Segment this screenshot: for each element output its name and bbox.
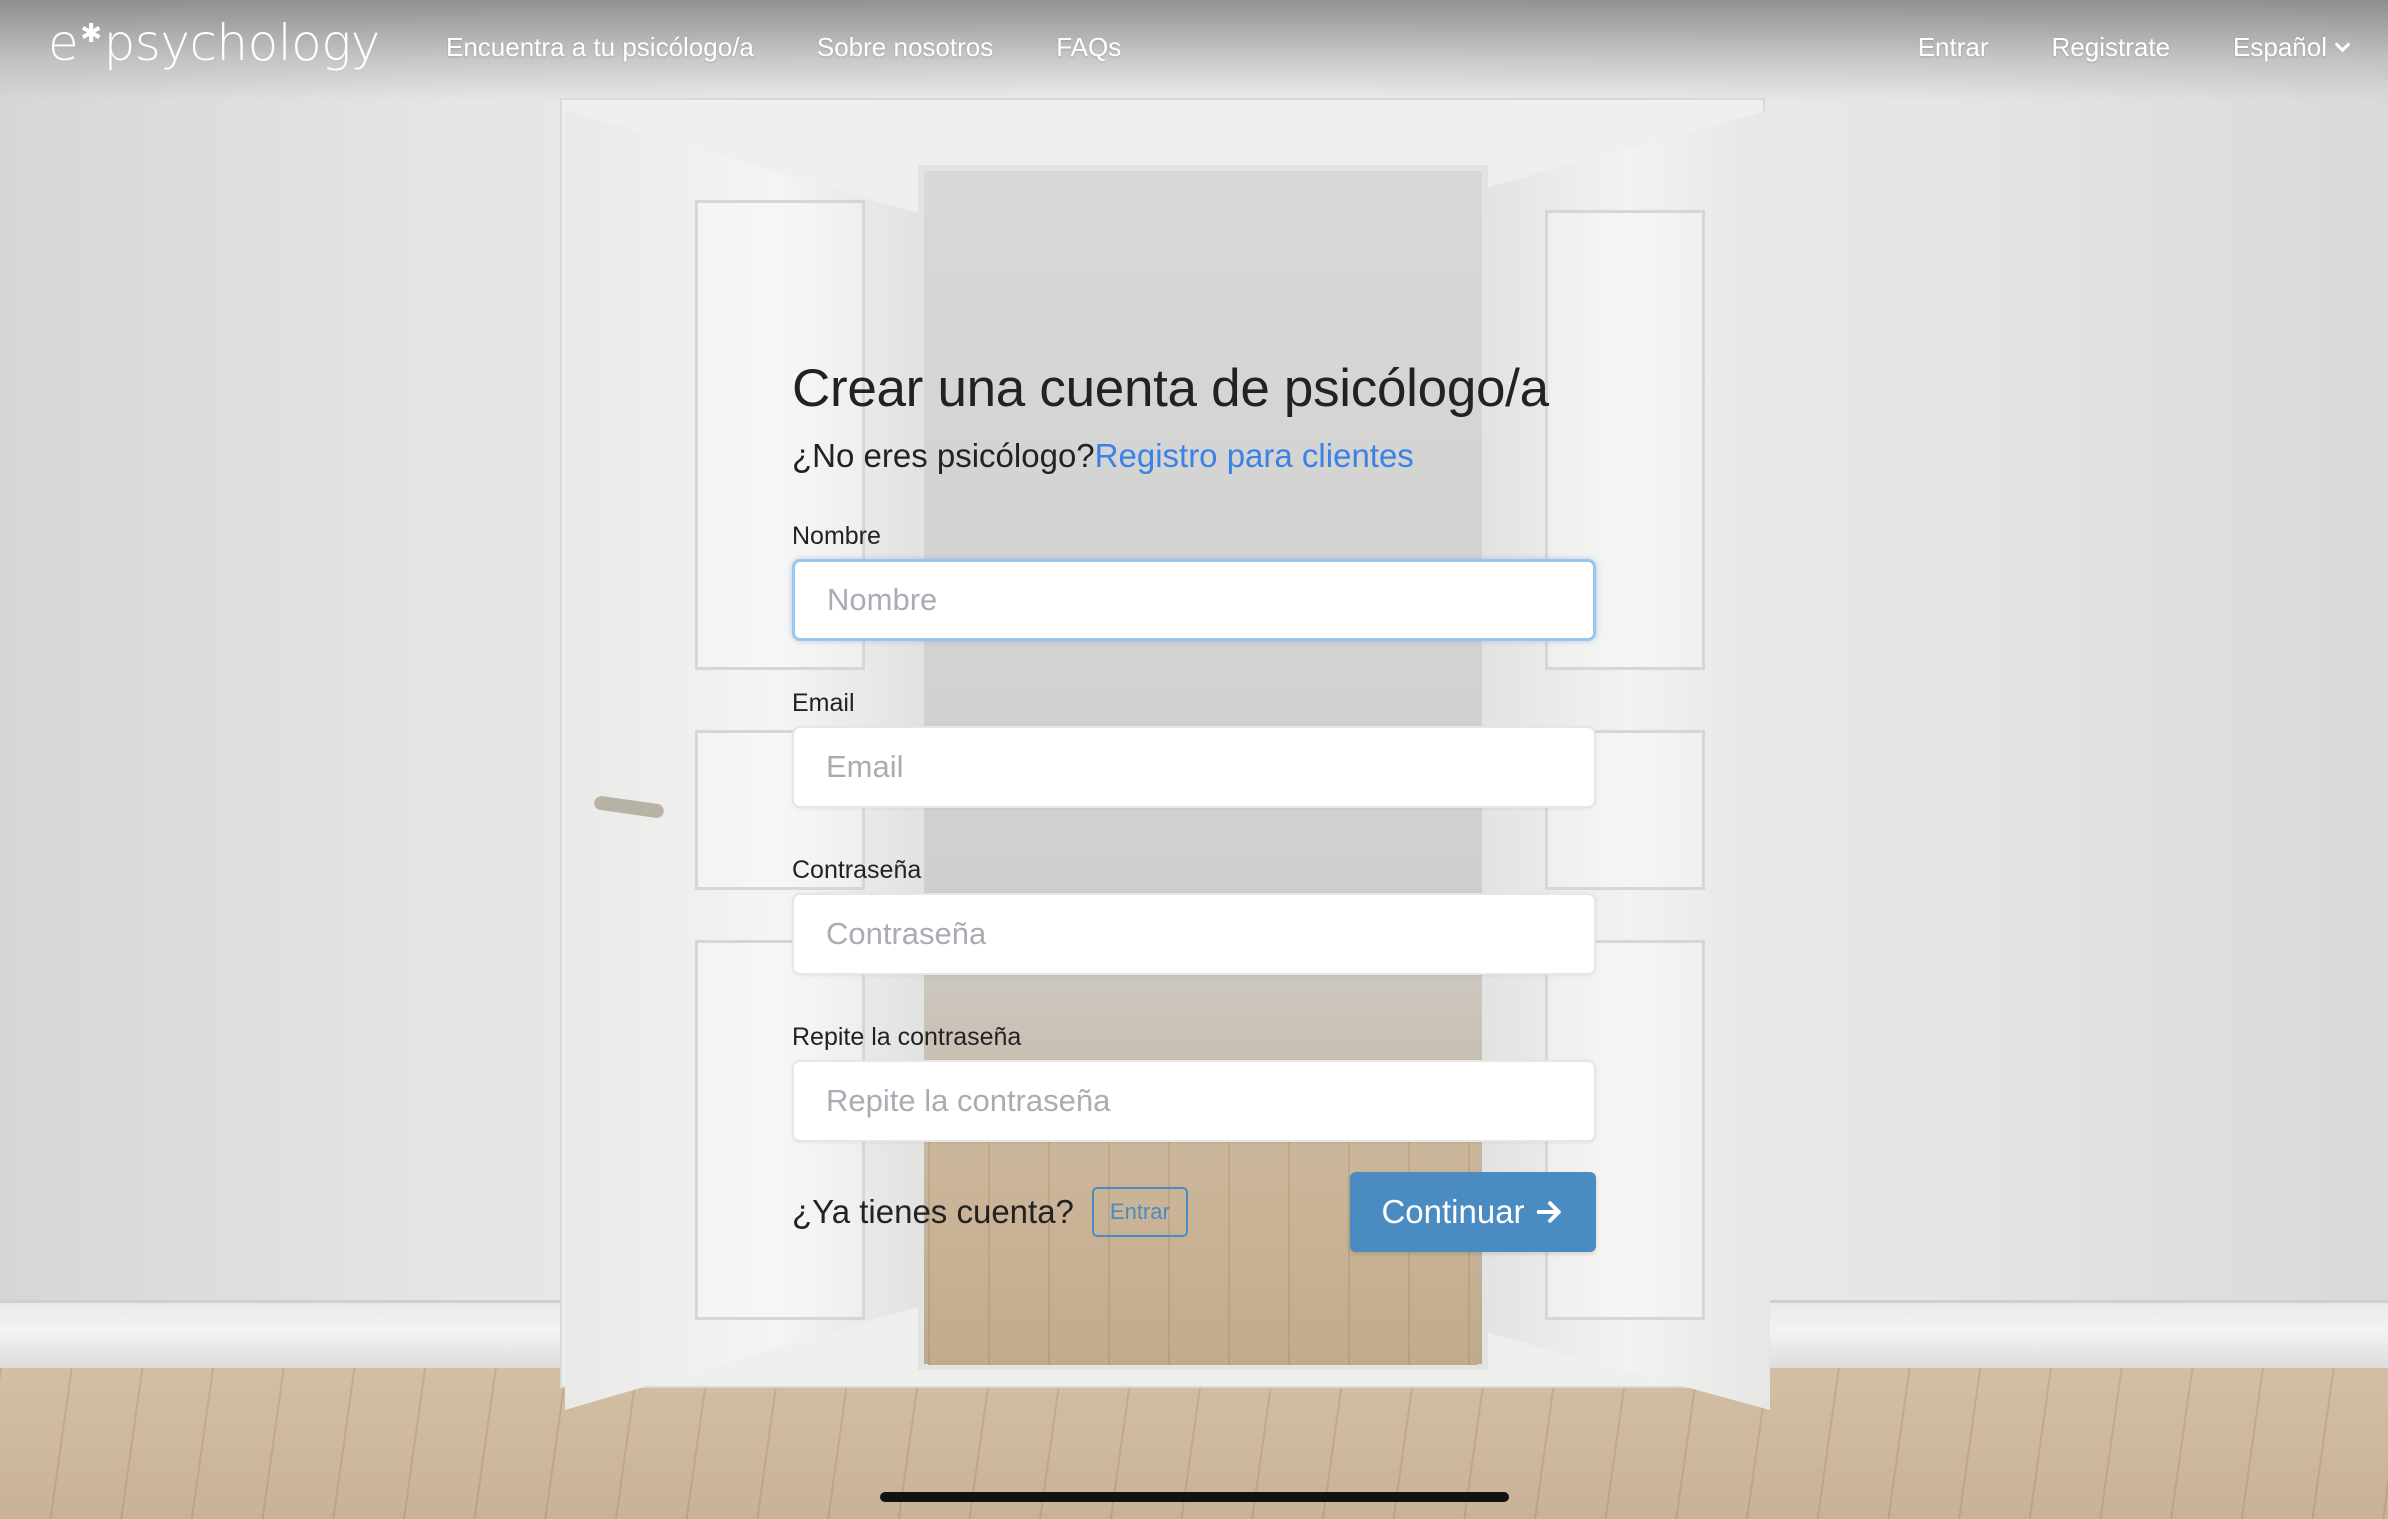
logo-star-icon: ✱ — [80, 19, 102, 49]
password-label: Contraseña — [792, 856, 922, 884]
home-indicator-bar — [880, 1492, 1509, 1502]
arrow-right-icon — [1536, 1201, 1561, 1223]
top-navigation-bar: e ✱ psychology Encuentra a tu psicólogo/… — [0, 0, 2388, 100]
nav-about-us[interactable]: Sobre nosotros — [817, 32, 993, 63]
name-input[interactable] — [792, 559, 1596, 641]
name-field-group: Nombre — [792, 522, 1596, 641]
epsychology-logo[interactable]: e ✱ psychology — [48, 14, 380, 72]
nav-login[interactable]: Entrar — [1918, 32, 1989, 63]
continue-button[interactable]: Continuar — [1350, 1172, 1596, 1252]
chevron-down-icon — [2334, 36, 2351, 53]
client-register-link[interactable]: Registro para clientes — [1095, 437, 1414, 474]
name-label: Nombre — [792, 522, 881, 550]
nav-find-psychologist[interactable]: Encuentra a tu psicólogo/a — [446, 32, 754, 63]
nav-register[interactable]: Registrate — [2052, 32, 2171, 63]
email-field-group: Email — [792, 689, 1596, 808]
page-title: Crear una cuenta de psicólogo/a — [792, 359, 1549, 418]
language-selector[interactable]: Español — [2233, 32, 2351, 63]
psychologist-signup-form: Crear una cuenta de psicólogo/a ¿No eres… — [792, 358, 1596, 1142]
account-nav: Entrar Registrate Español — [1918, 32, 2351, 63]
password-input[interactable] — [792, 893, 1596, 975]
main-nav: Encuentra a tu psicólogo/a Sobre nosotro… — [446, 32, 1121, 63]
email-label: Email — [792, 689, 855, 717]
logo-wordmark: psychology — [103, 14, 381, 72]
existing-account-prompt: ¿Ya tienes cuenta? Entrar — [792, 1187, 1188, 1237]
client-register-prompt: ¿No eres psicólogo?Registro para cliente… — [792, 437, 1596, 475]
nav-faqs[interactable]: FAQs — [1056, 32, 1121, 63]
not-psychologist-text: ¿No eres psicólogo? — [792, 437, 1095, 474]
logo-prefix: e — [48, 14, 79, 72]
repeat-password-field-group: Repite la contraseña — [792, 1023, 1596, 1142]
language-label: Español — [2233, 32, 2327, 62]
form-actions: ¿Ya tienes cuenta? Entrar Continuar — [792, 1172, 1596, 1252]
have-account-text: ¿Ya tienes cuenta? — [792, 1193, 1074, 1230]
email-input[interactable] — [792, 726, 1596, 808]
password-field-group: Contraseña — [792, 856, 1596, 975]
login-button[interactable]: Entrar — [1091, 1187, 1188, 1237]
repeat-password-input[interactable] — [792, 1060, 1596, 1142]
continue-label: Continuar — [1381, 1193, 1525, 1230]
repeat-password-label: Repite la contraseña — [792, 1023, 1022, 1051]
